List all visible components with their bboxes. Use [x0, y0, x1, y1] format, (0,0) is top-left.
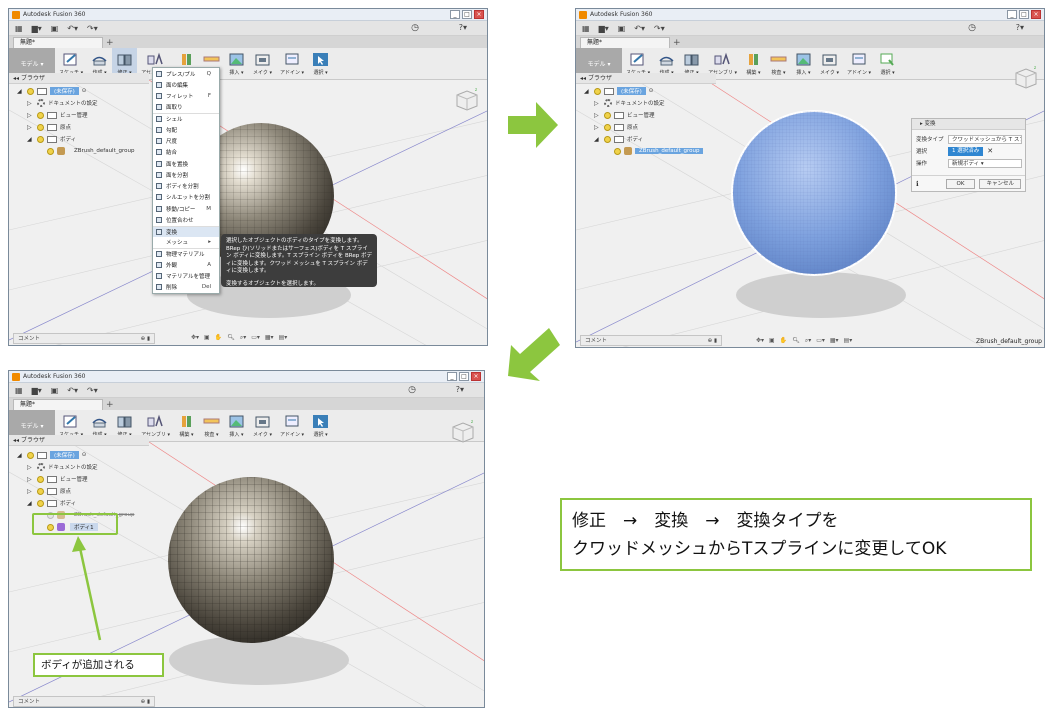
instruction-line-1: 修正 → 変換 → 変換タイプを: [572, 511, 839, 531]
arrow-down-left-icon: [508, 328, 560, 381]
instruction-callout: 修正 → 変換 → 変換タイプを クワッドメッシュからTスプラインに変更してOK: [560, 498, 1032, 571]
step-arrows: [72, 102, 560, 641]
annotation-pointer-head: [72, 536, 86, 552]
annotation-pointer-line: [78, 547, 102, 641]
new-body-highlight: [32, 513, 118, 535]
arrow-right-icon: [508, 102, 558, 148]
annotation-body-added: ボディが追加される: [33, 653, 164, 677]
instruction-line-2: クワッドメッシュからTスプラインに変更してOK: [572, 539, 947, 559]
